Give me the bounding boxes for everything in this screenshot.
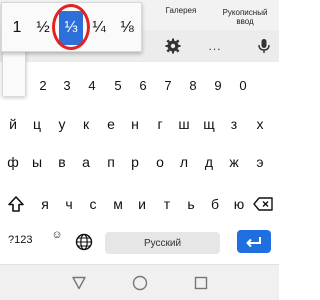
fraction-popup: 1 ½ ⅓ ¼ ⅛ <box>1 2 142 52</box>
key-5[interactable]: 5 <box>108 74 128 96</box>
key-м[interactable]: м <box>107 193 129 215</box>
fraction-option-quarter[interactable]: ¼ <box>87 11 111 45</box>
navigation-bar <box>0 264 279 300</box>
key-ы[interactable]: ы <box>26 151 48 173</box>
key-8[interactable]: 8 <box>183 74 203 96</box>
key-б[interactable]: б <box>204 193 226 215</box>
key-к[interactable]: к <box>75 113 97 135</box>
recents-icon[interactable] <box>192 274 210 292</box>
key-с[interactable]: с <box>82 193 104 215</box>
key-е[interactable]: е <box>100 113 122 135</box>
key-р[interactable]: р <box>124 151 146 173</box>
handwriting-tab-line2: ввод <box>236 17 254 26</box>
highlight-circle <box>52 4 90 50</box>
key-щ[interactable]: щ <box>198 113 220 135</box>
home-icon[interactable] <box>131 274 149 292</box>
key-и[interactable]: и <box>131 193 153 215</box>
back-icon[interactable] <box>70 274 88 292</box>
globe-icon[interactable] <box>73 231 95 253</box>
more-dots-icon[interactable]: ... <box>205 36 225 56</box>
handwriting-tab[interactable]: Рукописный ввод <box>214 8 276 26</box>
key-9[interactable]: 9 <box>208 74 228 96</box>
key-з[interactable]: з <box>223 113 245 135</box>
key-ф[interactable]: ф <box>2 151 24 173</box>
key-н[interactable]: н <box>124 113 146 135</box>
key-я[interactable]: я <box>34 193 56 215</box>
key-о[interactable]: о <box>149 151 171 173</box>
space-bar[interactable]: Русский <box>105 232 220 254</box>
symbols-key[interactable]: ?123 <box>8 234 32 246</box>
gear-icon[interactable] <box>163 36 183 56</box>
key-г[interactable]: г <box>149 113 171 135</box>
key-а[interactable]: а <box>75 151 97 173</box>
key-ц[interactable]: ц <box>26 113 48 135</box>
key-й[interactable]: й <box>2 113 24 135</box>
key-ч[interactable]: ч <box>58 193 80 215</box>
key-в[interactable]: в <box>51 151 73 173</box>
key-ю[interactable]: ю <box>228 193 250 215</box>
key-0[interactable]: 0 <box>233 74 253 96</box>
key-ш[interactable]: ш <box>173 113 195 135</box>
key-у[interactable]: у <box>51 113 73 135</box>
fraction-option-1[interactable]: 1 <box>5 11 29 45</box>
key-6[interactable]: 6 <box>133 74 153 96</box>
enter-icon <box>246 236 261 247</box>
key-4[interactable]: 4 <box>82 74 102 96</box>
key-т[interactable]: т <box>156 193 178 215</box>
key-3[interactable]: 3 <box>57 74 77 96</box>
fraction-option-eighth[interactable]: ⅛ <box>115 11 139 45</box>
key-ь[interactable]: ь <box>180 193 202 215</box>
key-7[interactable]: 7 <box>158 74 178 96</box>
enter-button[interactable] <box>237 230 271 253</box>
handwriting-tab-line1: Рукописный <box>222 8 268 17</box>
backspace-icon[interactable] <box>250 193 276 215</box>
popup-anchor <box>2 50 26 96</box>
key-л[interactable]: л <box>173 151 195 173</box>
key-д[interactable]: д <box>198 151 220 173</box>
shift-icon[interactable] <box>3 192 29 216</box>
emoji-icon[interactable]: ☺ <box>50 228 64 242</box>
key-2[interactable]: 2 <box>33 74 53 96</box>
key-п[interactable]: п <box>100 151 122 173</box>
microphone-icon[interactable] <box>254 36 274 56</box>
key-э[interactable]: э <box>249 151 271 173</box>
key-х[interactable]: х <box>249 113 271 135</box>
gallery-tab[interactable]: Галерея <box>158 6 204 15</box>
key-ж[interactable]: ж <box>223 151 245 173</box>
